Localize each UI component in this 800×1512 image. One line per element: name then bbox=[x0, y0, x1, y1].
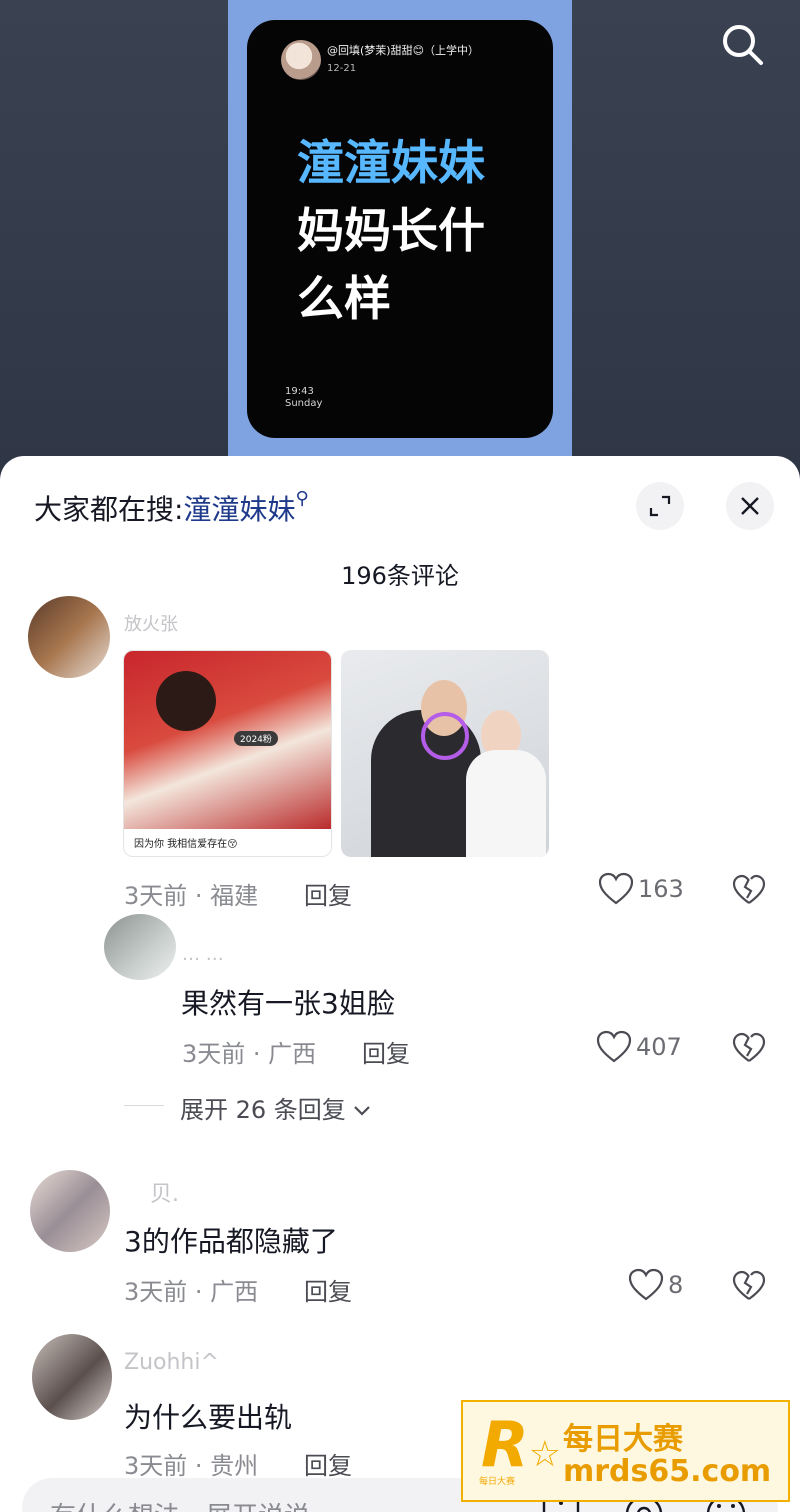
watermark-small: 每日大赛 bbox=[479, 1477, 516, 1487]
expand-replies-button[interactable]: 展开 26 条回复 bbox=[180, 1090, 371, 1125]
avatar[interactable] bbox=[30, 1170, 110, 1252]
broken-heart-icon bbox=[732, 1032, 766, 1062]
dislike-button[interactable] bbox=[732, 874, 766, 910]
avatar[interactable] bbox=[32, 1334, 112, 1420]
reply-button[interactable]: 回复 bbox=[304, 1272, 352, 1307]
watermark-url: mrds65.com bbox=[563, 1454, 772, 1489]
like-button[interactable]: 8 bbox=[628, 1268, 683, 1302]
comment-username[interactable]: Zuohhi^ bbox=[124, 1350, 219, 1375]
comment-meta: 3天前 · 福建 bbox=[124, 882, 259, 910]
comment-text: 果然有一张3姐脸 bbox=[181, 987, 395, 1020]
broken-heart-icon bbox=[732, 874, 766, 904]
comment-photo-2[interactable] bbox=[341, 650, 549, 857]
close-icon bbox=[741, 497, 759, 515]
watermark: R☆ 每日大赛 每日大赛 mrds65.com bbox=[461, 1400, 790, 1502]
comment-sheet bbox=[0, 456, 800, 1512]
card-avatar bbox=[281, 40, 321, 80]
hot-search-keyword[interactable]: 潼潼妹妹 bbox=[183, 493, 295, 526]
like-count: 407 bbox=[636, 1033, 682, 1061]
like-count: 163 bbox=[638, 875, 684, 903]
hot-search[interactable]: 大家都在搜:潼潼妹妹⚲ bbox=[34, 488, 309, 528]
heart-icon bbox=[598, 872, 634, 905]
comment-text: 为什么要出轨 bbox=[124, 1401, 293, 1434]
reply-button[interactable]: 回复 bbox=[304, 876, 352, 911]
search-icon bbox=[723, 25, 763, 65]
avatar[interactable] bbox=[104, 914, 176, 980]
card-username: @回填(梦茉)甜甜😊（上学中） bbox=[327, 44, 480, 57]
like-count: 8 bbox=[668, 1271, 684, 1299]
comment-username[interactable]: 贝. bbox=[150, 1176, 179, 1208]
like-button[interactable]: 407 bbox=[596, 1030, 682, 1064]
comment-text: 3的作品都隐藏了 bbox=[124, 1225, 338, 1258]
expand-divider bbox=[124, 1105, 164, 1106]
comment-meta: 3天前 · 广西 bbox=[182, 1040, 317, 1068]
photo-badge: 2024粉 bbox=[234, 731, 278, 746]
reply-button[interactable]: 回复 bbox=[304, 1446, 352, 1481]
photo-caption: 因为你 我相信爱存在😚 bbox=[134, 839, 238, 850]
expand-replies-label: 展开 26 条回复 bbox=[180, 1096, 346, 1124]
card-title-highlight: 潼潼妹妹 bbox=[297, 136, 485, 191]
comment-meta: 3天前 · 广西 bbox=[124, 1278, 259, 1306]
magnifier-icon: ⚲ bbox=[295, 488, 309, 509]
broken-heart-icon bbox=[732, 1270, 766, 1300]
hot-search-prefix: 大家都在搜: bbox=[34, 493, 184, 526]
heart-icon bbox=[596, 1030, 632, 1063]
heart-icon bbox=[628, 1268, 664, 1301]
search-button[interactable] bbox=[718, 20, 766, 68]
card-title-line2: 么样 bbox=[297, 272, 391, 327]
card-time: 19:43 Sunday bbox=[285, 386, 322, 410]
comment-meta: 3天前 · 贵州 bbox=[124, 1452, 259, 1480]
loading-spinner-icon bbox=[421, 712, 469, 760]
reply-button[interactable]: 回复 bbox=[362, 1034, 410, 1069]
close-button[interactable] bbox=[726, 482, 774, 530]
comment-username[interactable]: … … bbox=[182, 944, 224, 965]
like-button[interactable]: 163 bbox=[598, 872, 684, 906]
card-time-clock: 19:43 bbox=[285, 386, 314, 397]
expand-button[interactable] bbox=[636, 482, 684, 530]
comment-input-placeholder[interactable]: 有什么想法，展开说说 bbox=[50, 1496, 310, 1512]
expand-icon bbox=[649, 495, 671, 517]
comment-photo-1[interactable]: 2024粉 因为你 我相信爱存在😚 bbox=[123, 650, 332, 857]
video-card: @回填(梦茉)甜甜😊（上学中） 12-21 潼潼妹妹 妈妈长什 么样 19:43… bbox=[247, 20, 553, 438]
comment-count: 196条评论 bbox=[341, 562, 459, 590]
card-time-weekday: Sunday bbox=[285, 398, 323, 409]
comment-username[interactable]: 放火张 bbox=[124, 610, 178, 636]
card-date: 12-21 bbox=[327, 63, 357, 74]
chevron-down-icon bbox=[354, 1106, 371, 1116]
dislike-button[interactable] bbox=[732, 1032, 766, 1068]
card-title: 潼潼妹妹 妈妈长什 么样 bbox=[297, 130, 537, 334]
watermark-logo: R☆ bbox=[481, 1408, 562, 1481]
dislike-button[interactable] bbox=[732, 1270, 766, 1306]
avatar[interactable] bbox=[28, 596, 110, 678]
watermark-title: 每日大赛 bbox=[563, 1422, 683, 1457]
card-title-line1: 妈妈长什 bbox=[297, 204, 485, 259]
